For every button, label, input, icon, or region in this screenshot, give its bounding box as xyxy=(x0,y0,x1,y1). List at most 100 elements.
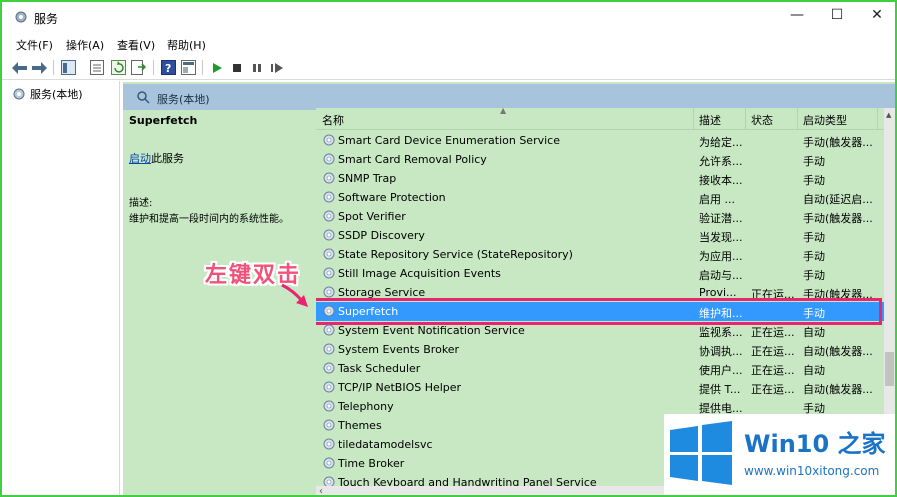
service-row[interactable]: System Event Notification Service 监视系... 正… xyxy=(316,321,884,340)
service-name-cell: Smart Card Removal Policy xyxy=(322,152,487,166)
tree-item-label: 服务(本地) xyxy=(30,88,83,101)
service-startup-cell: 手动(触发器... xyxy=(803,212,873,225)
services-gear-icon xyxy=(13,88,25,100)
service-gear-icon xyxy=(323,457,335,469)
scroll-left-icon[interactable]: ‹ xyxy=(319,486,323,495)
column-header-startup-type[interactable]: 启动类型 xyxy=(803,112,847,128)
windows-logo-icon xyxy=(670,421,732,485)
window-title: 服务 xyxy=(34,12,59,26)
service-row[interactable]: State Repository Service (StateRepositor… xyxy=(316,245,884,264)
service-name-text: Smart Card Device Enumeration Service xyxy=(338,133,560,147)
service-name-text: SSDP Discovery xyxy=(338,228,425,242)
column-header-status[interactable]: 状态 xyxy=(751,112,773,128)
scroll-up-icon[interactable]: ▲ xyxy=(886,111,891,119)
service-gear-icon xyxy=(323,324,335,336)
service-row[interactable]: System Events Broker 协调执... 正在运... 自动(触发器..… xyxy=(316,340,884,359)
service-name-cell: Software Protection xyxy=(322,190,446,204)
service-description-cell: 提供 T... xyxy=(699,383,741,396)
service-row[interactable]: Task Scheduler 使用户... 正在运... 自动 xyxy=(316,359,884,378)
service-name-cell: Time Broker xyxy=(322,456,404,470)
menu-help[interactable]: 帮助(H) xyxy=(167,37,206,53)
service-row[interactable]: Still Image Acquisition Events 启动与... 手动 xyxy=(316,264,884,283)
service-description-cell: 允许系... xyxy=(699,155,743,168)
properties-icon xyxy=(89,60,104,75)
service-gear-icon xyxy=(323,267,335,279)
service-gear-icon xyxy=(323,134,335,146)
service-name-cell: tiledatamodelsvc xyxy=(322,437,433,451)
service-name-text: SNMP Trap xyxy=(338,171,397,185)
service-startup-cell: 手动(触发器... xyxy=(803,136,873,149)
service-row[interactable]: Smart Card Removal Policy 允许系... 手动 xyxy=(316,150,884,169)
properties-button[interactable] xyxy=(88,59,105,76)
pause-service-button[interactable] xyxy=(248,59,265,76)
vertical-scroll-thumb[interactable] xyxy=(885,352,894,386)
service-startup-cell: 自动 xyxy=(803,326,825,339)
service-name-cell: Themes xyxy=(322,418,382,432)
service-name-text: Task Scheduler xyxy=(338,361,421,375)
forward-button[interactable] xyxy=(31,59,48,76)
service-startup-cell: 手动 xyxy=(803,155,825,168)
service-name-cell: System Events Broker xyxy=(322,342,459,356)
show-hide-action-pane-button[interactable] xyxy=(180,59,197,76)
start-service-link[interactable]: 启动 xyxy=(129,152,151,165)
annotation-arrow-icon xyxy=(281,283,308,307)
service-row[interactable]: SNMP Trap 接收本... 手动 xyxy=(316,169,884,188)
service-row[interactable]: Smart Card Device Enumeration Service 为给定… xyxy=(316,131,884,150)
column-divider[interactable] xyxy=(693,108,694,130)
service-row[interactable]: Spot Verifier 验证潜... 手动(触发器... xyxy=(316,207,884,226)
help-button[interactable]: ? xyxy=(160,59,177,76)
service-gear-icon xyxy=(323,172,335,184)
column-divider[interactable] xyxy=(797,108,798,130)
service-status-cell: 正在运... xyxy=(751,326,795,339)
stop-service-button[interactable] xyxy=(228,59,245,76)
service-description-cell: 为应用... xyxy=(699,250,743,263)
menu-bar: 文件(F) 操作(A) 查看(V) 帮助(H) xyxy=(2,34,895,54)
service-row[interactable]: SSDP Discovery 当发现... 手动 xyxy=(316,226,884,245)
service-name-cell: Still Image Acquisition Events xyxy=(322,266,501,280)
watermark-title: Win10 之家 xyxy=(744,430,886,458)
service-name-text: Themes xyxy=(338,418,382,432)
service-name-text: Time Broker xyxy=(338,456,405,470)
description-text: 维护和提高一段时间内的系统性能。 xyxy=(129,214,289,225)
minimize-button[interactable]: — xyxy=(777,4,817,26)
service-row[interactable]: TCP/IP NetBIOS Helper 提供 T... 正在运... 自动(触发器… xyxy=(316,378,884,397)
column-header-name[interactable]: 名称 xyxy=(322,112,344,128)
column-header-description[interactable]: 描述 xyxy=(699,112,721,128)
action-pane-icon xyxy=(181,60,196,75)
back-button[interactable] xyxy=(11,59,28,76)
menu-file[interactable]: 文件(F) xyxy=(16,37,53,53)
restart-service-button[interactable] xyxy=(268,59,285,76)
service-row[interactable]: Software Protection 启用 ... 自动(延迟启... xyxy=(316,188,884,207)
export-icon xyxy=(131,60,146,75)
maximize-button[interactable]: ☐ xyxy=(817,4,857,26)
service-row-selected[interactable]: Superfetch 维护和... 手动 xyxy=(316,298,884,325)
service-startup-cell: 自动(延迟启... xyxy=(803,193,873,206)
console-tree: 服务(本地) xyxy=(2,81,120,495)
column-divider[interactable] xyxy=(877,108,878,130)
service-gear-icon xyxy=(323,400,335,412)
service-gear-icon xyxy=(323,286,335,298)
service-name-text: TCP/IP NetBIOS Helper xyxy=(338,380,462,394)
service-name-cell: TCP/IP NetBIOS Helper xyxy=(322,380,461,394)
start-service-button[interactable] xyxy=(208,59,225,76)
service-description-cell: 接收本... xyxy=(699,174,743,187)
refresh-icon xyxy=(111,60,126,75)
service-name-text: System Event Notification Service xyxy=(338,323,525,337)
tree-item-services-local[interactable]: 服务(本地) xyxy=(12,86,83,102)
service-name-text: System Events Broker xyxy=(338,342,460,356)
service-name-cell: State Repository Service (StateRepositor… xyxy=(322,247,573,261)
service-status-cell: 正在运... xyxy=(751,345,795,358)
service-description-cell: 使用户... xyxy=(699,364,743,377)
win10-watermark: Win10 之家 www.win10xitong.com xyxy=(664,414,895,495)
close-button[interactable]: ✕ xyxy=(857,4,895,26)
service-name-cell: SNMP Trap xyxy=(322,171,396,185)
column-divider[interactable] xyxy=(745,108,746,130)
export-list-button[interactable] xyxy=(130,59,147,76)
menu-view[interactable]: 查看(V) xyxy=(117,37,155,53)
service-name-cell: Smart Card Device Enumeration Service xyxy=(322,133,560,147)
console-tree-button[interactable] xyxy=(60,59,77,76)
service-description-cell: 启动与... xyxy=(699,269,743,282)
refresh-button[interactable] xyxy=(110,59,127,76)
service-name-text: Still Image Acquisition Events xyxy=(338,266,501,280)
menu-action[interactable]: 操作(A) xyxy=(66,37,104,53)
